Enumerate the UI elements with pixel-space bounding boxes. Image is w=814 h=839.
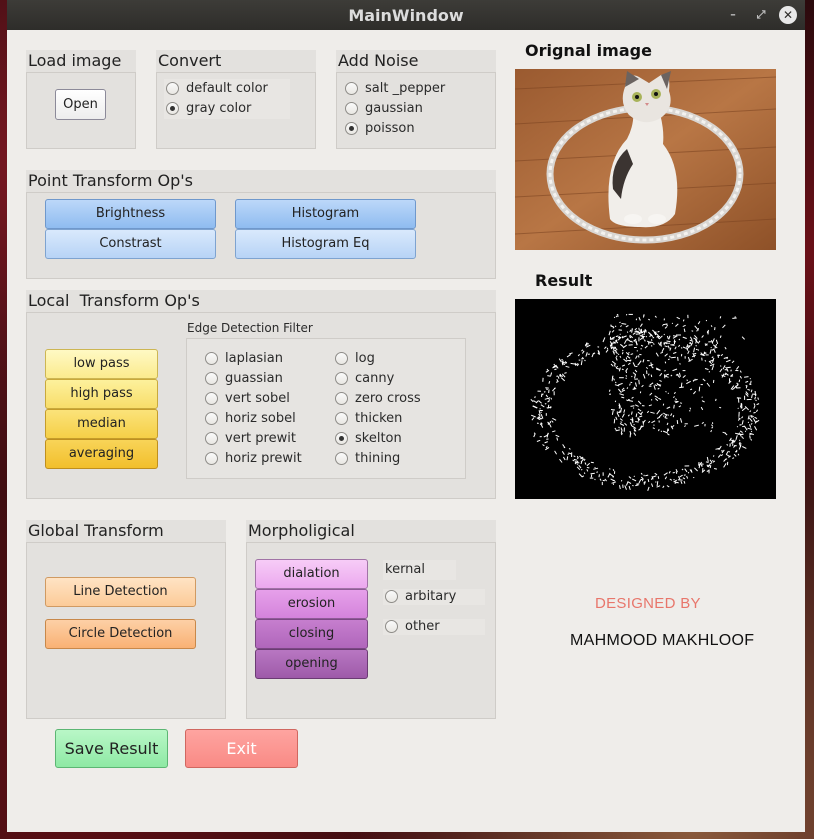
radio-thicken[interactable]: thicken xyxy=(335,411,402,426)
radio-guassian[interactable]: guassian xyxy=(205,371,283,386)
radio-indicator xyxy=(335,452,348,465)
load-image-title: Load image xyxy=(28,51,122,70)
radio-laplasian[interactable]: laplasian xyxy=(205,351,283,366)
radio-indicator xyxy=(205,372,218,385)
opening-button[interactable]: opening xyxy=(255,649,368,679)
result-image xyxy=(515,299,776,499)
radio-indicator xyxy=(385,620,398,633)
radio-indicator xyxy=(166,102,179,115)
radio-indicator xyxy=(385,590,398,603)
radio-label: guassian xyxy=(225,371,283,386)
radio-default-color[interactable]: default color xyxy=(166,81,268,96)
morphological-title: Morpholigical xyxy=(248,521,355,540)
cat-photo xyxy=(515,69,776,250)
radio-label: vert sobel xyxy=(225,391,290,406)
radio-label: thining xyxy=(355,451,401,466)
radio-zero-cross[interactable]: zero cross xyxy=(335,391,421,406)
radio-label: zero cross xyxy=(355,391,421,406)
radio-label: horiz prewit xyxy=(225,451,302,466)
original-image xyxy=(515,69,776,250)
save-result-button[interactable]: Save Result xyxy=(55,729,168,768)
original-image-title: Orignal image xyxy=(525,41,652,60)
radio-label: default color xyxy=(186,81,268,96)
global-transform-title: Global Transform xyxy=(28,521,164,540)
radio-indicator xyxy=(345,122,358,135)
title-bar: MainWindow – ⤢ ✕ xyxy=(7,0,805,30)
kernel-label: kernal xyxy=(385,562,425,577)
exit-button[interactable]: Exit xyxy=(185,729,298,768)
close-icon[interactable]: ✕ xyxy=(779,6,797,24)
add-noise-title: Add Noise xyxy=(338,51,419,70)
radio-indicator xyxy=(335,372,348,385)
radio-indicator xyxy=(345,102,358,115)
radio-indicator xyxy=(205,412,218,425)
point-transform-title: Point Transform Op's xyxy=(28,171,193,190)
radio-gaussian-noise[interactable]: gaussian xyxy=(345,101,423,116)
line-detection-button[interactable]: Line Detection xyxy=(45,577,196,607)
radio-label: skelton xyxy=(355,431,402,446)
radio-label: salt _pepper xyxy=(365,81,446,96)
radio-label: arbitary xyxy=(405,589,457,604)
radio-thining[interactable]: thining xyxy=(335,451,400,466)
radio-label: vert prewit xyxy=(225,431,296,446)
radio-label: poisson xyxy=(365,121,415,136)
radio-vert-prewit[interactable]: vert prewit xyxy=(205,431,296,446)
erosion-button[interactable]: erosion xyxy=(255,589,368,619)
main-window: MainWindow – ⤢ ✕ Load image Open Convert… xyxy=(7,0,805,832)
radio-salt-pepper[interactable]: salt _pepper xyxy=(345,81,445,96)
radio-arbitary[interactable]: arbitary xyxy=(385,589,456,604)
radio-indicator xyxy=(205,432,218,445)
radio-indicator xyxy=(345,82,358,95)
closing-button[interactable]: closing xyxy=(255,619,368,649)
radio-indicator xyxy=(335,432,348,445)
radio-label: thicken xyxy=(355,411,403,426)
circle-detection-button[interactable]: Circle Detection xyxy=(45,619,196,649)
edge-detection-title: Edge Detection Filter xyxy=(187,321,313,335)
radio-gray-color[interactable]: gray color xyxy=(166,101,251,116)
radio-indicator xyxy=(335,352,348,365)
radio-log[interactable]: log xyxy=(335,351,375,366)
result-image-title: Result xyxy=(535,271,593,290)
author-name: MAHMOOD MAKHLOOF xyxy=(570,632,755,649)
radio-poisson[interactable]: poisson xyxy=(345,121,415,136)
minimize-icon[interactable]: – xyxy=(725,7,741,23)
radio-label: gaussian xyxy=(365,101,423,116)
window-title: MainWindow xyxy=(348,6,464,25)
radio-label: gray color xyxy=(186,101,252,116)
median-button[interactable]: median xyxy=(45,409,158,439)
open-button[interactable]: Open xyxy=(55,89,106,120)
dialation-button[interactable]: dialation xyxy=(255,559,368,589)
radio-skelton[interactable]: skelton xyxy=(335,431,402,446)
radio-horiz-sobel[interactable]: horiz sobel xyxy=(205,411,296,426)
convert-title: Convert xyxy=(158,51,222,70)
low-pass-button[interactable]: low pass xyxy=(45,349,158,379)
edge-detection-output xyxy=(530,313,760,491)
radio-indicator xyxy=(335,412,348,425)
radio-label: other xyxy=(405,619,440,634)
maximize-icon[interactable]: ⤢ xyxy=(753,7,769,23)
histogram-eq-button[interactable]: Histogram Eq xyxy=(235,229,416,259)
radio-label: laplasian xyxy=(225,351,283,366)
radio-horiz-prewit[interactable]: horiz prewit xyxy=(205,451,302,466)
radio-label: canny xyxy=(355,371,395,386)
radio-label: horiz sobel xyxy=(225,411,296,426)
radio-indicator xyxy=(205,392,218,405)
radio-indicator xyxy=(166,82,179,95)
contrast-button[interactable]: Constrast xyxy=(45,229,216,259)
radio-indicator xyxy=(205,452,218,465)
radio-indicator xyxy=(205,352,218,365)
brightness-button[interactable]: Brightness xyxy=(45,199,216,229)
designed-by-label: DESIGNED BY xyxy=(595,595,701,612)
averaging-button[interactable]: averaging xyxy=(45,439,158,469)
local-transform-title: Local Transform Op's xyxy=(28,291,200,310)
radio-canny[interactable]: canny xyxy=(335,371,394,386)
radio-other[interactable]: other xyxy=(385,619,440,634)
radio-indicator xyxy=(335,392,348,405)
radio-vert-sobel[interactable]: vert sobel xyxy=(205,391,290,406)
high-pass-button[interactable]: high pass xyxy=(45,379,158,409)
histogram-button[interactable]: Histogram xyxy=(235,199,416,229)
radio-label: log xyxy=(355,351,375,366)
